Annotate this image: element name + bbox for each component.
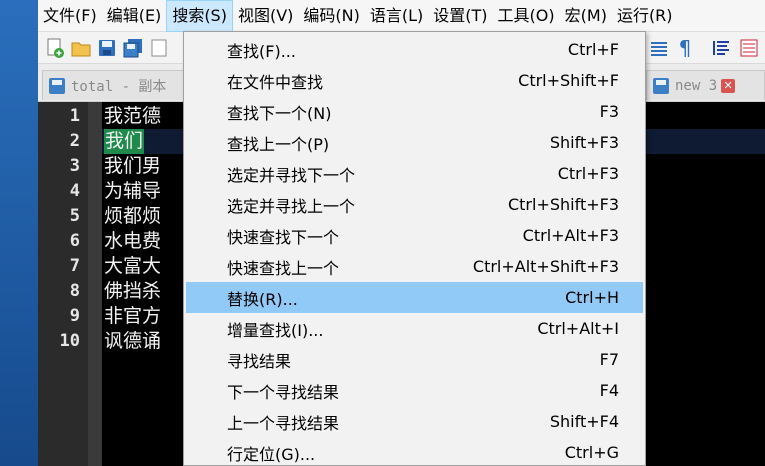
fold-margin (88, 102, 102, 466)
new-file-icon[interactable] (44, 37, 66, 59)
menu-item-find-next[interactable]: 查找下一个(N) F3 (186, 96, 643, 127)
line-number: 5 (69, 206, 80, 226)
menu-item-go-to-line[interactable]: 行定位(G)... Ctrl+G (186, 437, 643, 466)
tab-label: new 3 (675, 77, 718, 94)
show-all-chars-icon[interactable]: ¶ (674, 37, 696, 59)
menu-item-next-search-result[interactable]: 下一个寻找结果 F4 (186, 375, 643, 406)
line-number: 6 (69, 231, 80, 251)
menu-item-find-in-files[interactable]: 在文件中查找 Ctrl+Shift+F (186, 65, 643, 96)
line-number: 8 (69, 281, 80, 301)
tab-new-3[interactable]: new 3 ✕ (646, 70, 765, 100)
line-number: 3 (69, 156, 80, 176)
code-line: 非官方 (104, 305, 162, 327)
menu-item-incremental-search[interactable]: 增量查找(I)... Ctrl+Alt+I (186, 313, 643, 344)
tab-label: total - 副本 (71, 78, 167, 95)
menu-search[interactable]: 搜索(S) (166, 0, 233, 32)
indent-guide-icon[interactable] (648, 37, 670, 59)
code-line: 讽德诵 (104, 330, 162, 352)
menu-encoding[interactable]: 编码(N) (298, 0, 364, 32)
open-folder-icon[interactable] (70, 37, 92, 59)
desktop-edge (0, 0, 38, 466)
menu-macro[interactable]: 宏(M) (560, 0, 612, 32)
save-icon (49, 77, 65, 94)
line-number: 4 (69, 181, 80, 201)
line-number-gutter: 1 2 3 4 5 6 7 8 9 10 (38, 102, 102, 466)
close-tab-icon[interactable]: ✕ (721, 78, 736, 93)
menu-language[interactable]: 语言(L) (365, 0, 428, 32)
code-line: 大富大 (104, 255, 162, 277)
save-icon (653, 77, 669, 94)
close-icon[interactable] (148, 37, 170, 59)
menu-item-quick-find-previous[interactable]: 快速查找上一个 Ctrl+Alt+Shift+F3 (186, 251, 643, 282)
line-number: 2 (69, 131, 80, 151)
line-number: 10 (59, 331, 80, 351)
menu-item-select-find-previous[interactable]: 选定并寻找上一个 Ctrl+Shift+F3 (186, 189, 643, 220)
code-line: 佛挡杀 (104, 280, 162, 302)
menu-edit[interactable]: 编辑(E) (102, 0, 167, 32)
line-number: 9 (69, 306, 80, 326)
extra-icon[interactable] (738, 37, 760, 59)
menu-item-quick-find-next[interactable]: 快速查找下一个 Ctrl+Alt+F3 (186, 220, 643, 251)
code-line: 水电费 (104, 230, 162, 252)
menu-item-find[interactable]: 查找(F)... Ctrl+F (186, 34, 643, 65)
menu-settings[interactable]: 设置(T) (428, 0, 492, 32)
line-number: 7 (69, 256, 80, 276)
menu-tools[interactable]: 工具(O) (493, 0, 560, 32)
menu-view[interactable]: 视图(V) (233, 0, 298, 32)
menu-item-select-find-next[interactable]: 选定并寻找下一个 Ctrl+F3 (186, 158, 643, 189)
save-icon[interactable] (96, 37, 118, 59)
code-line: 烦都烦 (104, 205, 162, 227)
save-all-icon[interactable] (122, 37, 144, 59)
menu-item-search-results[interactable]: 寻找结果 F7 (186, 344, 643, 375)
menu-file[interactable]: 文件(F) (38, 0, 102, 32)
code-line: 我范德 (104, 105, 162, 127)
line-number: 1 (69, 106, 80, 126)
menu-run[interactable]: 运行(R) (612, 0, 678, 32)
search-menu-dropdown: 查找(F)... Ctrl+F 在文件中查找 Ctrl+Shift+F 查找下一… (183, 31, 646, 466)
tab-total-copy[interactable]: total - 副本 (42, 70, 188, 100)
code-line: 我们男 (104, 155, 162, 177)
wrap-icon[interactable] (710, 37, 732, 59)
menu-item-replace[interactable]: 替换(R)... Ctrl+H (186, 282, 643, 313)
code-line-selected: 我们 (104, 129, 145, 154)
menu-item-find-previous[interactable]: 查找上一个(P) Shift+F3 (186, 127, 643, 158)
menubar: 文件(F) 编辑(E) 搜索(S) 视图(V) 编码(N) 语言(L) 设置(T… (38, 0, 765, 32)
menu-item-previous-search-result[interactable]: 上一个寻找结果 Shift+F4 (186, 406, 643, 437)
code-line: 为辅导 (104, 180, 162, 202)
